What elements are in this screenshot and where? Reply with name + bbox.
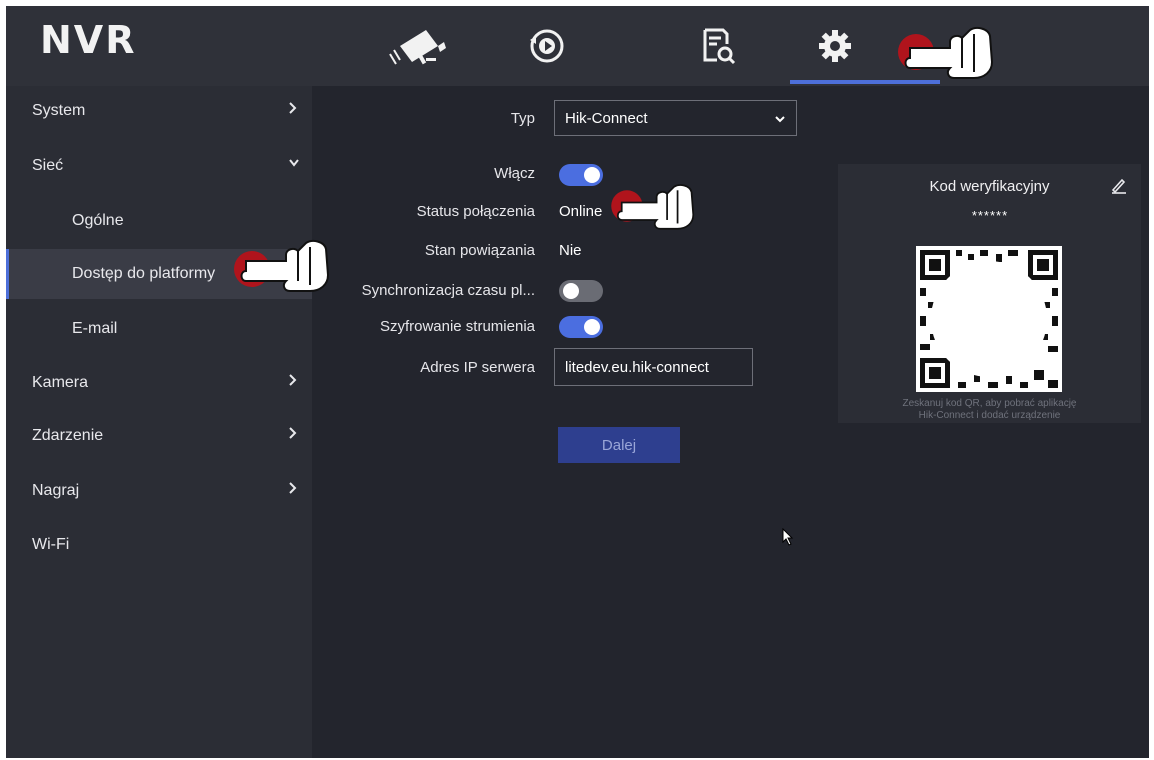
sidebar-item-label: Sieć bbox=[32, 157, 64, 174]
sidebar-item-camera[interactable]: Kamera bbox=[6, 358, 312, 408]
file-search-icon bbox=[703, 28, 736, 65]
gear-icon bbox=[819, 30, 851, 62]
chevron-right-icon bbox=[289, 427, 297, 439]
toggle-knob bbox=[584, 167, 600, 183]
sidebar-item-label: Dostęp do platformy bbox=[72, 265, 216, 282]
verification-code-title: Kod weryfikacyjny bbox=[929, 178, 1050, 195]
tab-file-search[interactable] bbox=[642, 6, 792, 86]
qr-code-image bbox=[916, 246, 1062, 392]
sidebar-item-label: Kamera bbox=[32, 374, 89, 391]
time-sync-label: Synchronizacja czasu pl... bbox=[361, 282, 535, 299]
chevron-right-icon bbox=[289, 374, 297, 386]
verification-code-panel: Kod weryfikacyjny ****** Zeskanuj kod QR… bbox=[838, 164, 1141, 423]
pointing-hand-icon bbox=[234, 240, 330, 292]
sidebar-item-event[interactable]: Zdarzenie bbox=[6, 411, 312, 461]
binding-status-value: Nie bbox=[559, 242, 582, 259]
sidebar-item-record[interactable]: Nagraj bbox=[6, 466, 312, 516]
settings-sidebar: System Sieć Ogólne Dostęp do platformy E… bbox=[6, 86, 312, 758]
sidebar-item-system[interactable]: System bbox=[6, 86, 312, 136]
sidebar-item-label: System bbox=[32, 102, 86, 119]
qr-hint-text: Zeskanuj kod QR, aby pobrać aplikację Hi… bbox=[838, 398, 1141, 422]
toggle-knob bbox=[584, 319, 600, 335]
nvr-app: NVR System Sieć Ogólne Dostęp do platfor… bbox=[6, 6, 1149, 758]
camera-icon bbox=[389, 30, 446, 65]
binding-status-label: Stan powiązania bbox=[424, 242, 535, 259]
playback-icon bbox=[530, 29, 564, 63]
tab-live-view[interactable] bbox=[342, 6, 492, 86]
mouse-cursor-icon bbox=[782, 528, 794, 546]
sidebar-item-wifi[interactable]: Wi-Fi bbox=[6, 520, 312, 570]
sidebar-item-email[interactable]: E-mail bbox=[6, 304, 312, 354]
sidebar-item-label: E-mail bbox=[72, 320, 118, 337]
chevron-right-icon bbox=[289, 102, 297, 114]
server-ip-input[interactable]: litedev.eu.hik-connect bbox=[554, 348, 753, 386]
chevron-right-icon bbox=[289, 482, 297, 494]
type-label: Typ bbox=[510, 110, 535, 127]
type-select[interactable]: Hik-Connect bbox=[554, 100, 797, 136]
verification-code-value: ****** bbox=[971, 208, 1009, 223]
app-logo: NVR bbox=[40, 18, 137, 62]
next-button[interactable]: Dalej bbox=[558, 427, 680, 463]
type-select-value: Hik-Connect bbox=[565, 109, 648, 127]
qr-hint-line: Hik-Connect i dodać urządzenie bbox=[918, 410, 1061, 421]
time-sync-toggle[interactable] bbox=[559, 280, 603, 302]
toggle-knob bbox=[563, 283, 579, 299]
qr-code-icon bbox=[916, 246, 1062, 392]
connection-status-label: Status połączenia bbox=[416, 203, 535, 220]
pointing-hand-icon bbox=[611, 184, 695, 230]
pointing-hand-icon bbox=[898, 27, 994, 79]
sidebar-item-label: Wi-Fi bbox=[32, 536, 70, 553]
connection-status-value: Online bbox=[559, 203, 603, 220]
qr-hint-line: Zeskanuj kod QR, aby pobrać aplikację bbox=[902, 398, 1077, 409]
enable-toggle[interactable] bbox=[559, 164, 603, 186]
stream-encryption-toggle[interactable] bbox=[559, 316, 603, 338]
sidebar-item-label: Ogólne bbox=[72, 212, 124, 229]
edit-pencil-icon[interactable] bbox=[1110, 176, 1128, 194]
chevron-down-icon bbox=[289, 159, 299, 167]
stream-encryption-label: Szyfrowanie strumienia bbox=[379, 318, 535, 335]
sidebar-item-label: Nagraj bbox=[32, 482, 80, 499]
sidebar-item-label: Zdarzenie bbox=[32, 427, 104, 444]
tab-playback[interactable] bbox=[472, 6, 622, 86]
enable-label: Włącz bbox=[494, 165, 535, 182]
sidebar-item-network[interactable]: Sieć bbox=[6, 141, 312, 191]
chevron-down-icon bbox=[775, 116, 785, 123]
server-ip-label: Adres IP serwera bbox=[420, 359, 535, 376]
